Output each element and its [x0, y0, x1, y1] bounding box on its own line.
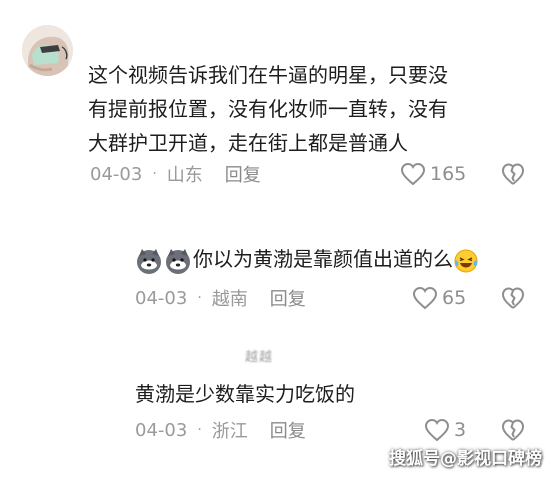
- avatar[interactable]: [22, 25, 73, 76]
- heart-outline-icon: [412, 286, 438, 310]
- reply-button[interactable]: 回复: [225, 161, 261, 187]
- meta-separator: ·: [197, 422, 202, 438]
- like-button[interactable]: 3: [424, 418, 466, 442]
- broken-heart-icon[interactable]: [501, 162, 525, 186]
- like-count: 65: [442, 287, 467, 309]
- like-button[interactable]: 165: [400, 162, 466, 186]
- comment-section: 这个视频告诉我们在牛逼的明星，只要没 有提前报位置，没有化妆师一直转，没有 大群…: [0, 0, 554, 479]
- comment-meta: 04-03 · 浙江 回复: [135, 417, 306, 443]
- comment-location: 山东: [166, 165, 203, 186]
- reply-button[interactable]: 回复: [270, 285, 306, 311]
- reply-button[interactable]: 回复: [270, 417, 306, 443]
- reply-text: 黄渤是少数靠实力吃饭的: [135, 382, 355, 406]
- like-count: 165: [430, 163, 467, 185]
- heart-outline-icon: [424, 418, 450, 442]
- husky-dog-emoji: [137, 248, 161, 274]
- comment-date: 04-03: [135, 419, 188, 441]
- comment-text: 你以为黄渤是靠颜值出道的么: [135, 243, 479, 275]
- comment-text: 这个视频告诉我们在牛逼的明星，只要没 有提前报位置，没有化妆师一直转，没有 大群…: [88, 58, 448, 160]
- broken-heart-icon[interactable]: [501, 418, 525, 442]
- watermark: 搜狐号@影视口碑榜: [389, 449, 542, 469]
- laughing-tears-emoji: [454, 249, 478, 272]
- like-count: 3: [454, 419, 467, 441]
- username[interactable]: 越越: [245, 346, 273, 365]
- comment-location: 浙江: [211, 421, 248, 442]
- heart-outline-icon: [400, 162, 426, 186]
- comment-meta: 04-03 · 越南 回复: [135, 285, 306, 311]
- meta-separator: ·: [152, 166, 157, 182]
- comment-date: 04-03: [90, 163, 143, 185]
- husky-dog-emoji: [166, 248, 190, 274]
- like-button[interactable]: 65: [412, 286, 466, 310]
- comment-location: 越南: [211, 289, 248, 310]
- comment-meta: 04-03 · 山东 回复: [90, 161, 261, 187]
- comment-line: 大群护卫开道，走在街上都是普通人: [88, 131, 408, 155]
- reply-text: 你以为黄渤是靠颜值出道的么: [193, 247, 453, 271]
- comment-line: 有提前报位置，没有化妆师一直转，没有: [88, 97, 448, 121]
- meta-separator: ·: [197, 290, 202, 306]
- comment-line: 这个视频告诉我们在牛逼的明星，只要没: [88, 63, 448, 87]
- broken-heart-icon[interactable]: [501, 286, 525, 310]
- comment-date: 04-03: [135, 287, 188, 309]
